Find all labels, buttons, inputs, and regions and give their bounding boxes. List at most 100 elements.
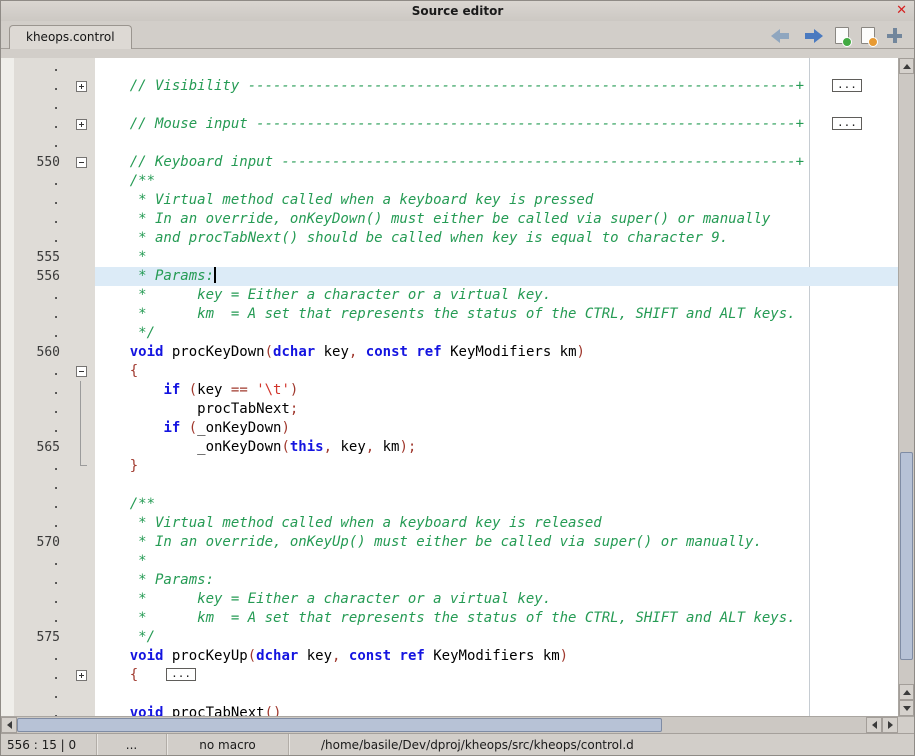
- gutter-marks: [1, 248, 14, 267]
- line-number: .: [14, 590, 67, 609]
- line-number: .: [14, 419, 67, 438]
- fold-toggle-icon[interactable]: [76, 81, 87, 92]
- fold-toggle-icon[interactable]: [76, 366, 87, 377]
- hscroll-track[interactable]: [17, 717, 866, 733]
- go-forward-icon[interactable]: [803, 29, 823, 43]
- horizontal-scrollbar[interactable]: [1, 716, 914, 733]
- code-line[interactable]: . procTabNext;: [1, 400, 898, 419]
- code-line[interactable]: . * Virtual method called when a keyboar…: [1, 514, 898, 533]
- code-line[interactable]: . // Visibility ------------------------…: [1, 77, 898, 96]
- line-number: .: [14, 476, 67, 495]
- code-line[interactable]: . if (key == '\t'): [1, 381, 898, 400]
- gutter-marks: [1, 115, 14, 134]
- fold-margin: [67, 134, 95, 153]
- code-text: /**: [95, 172, 898, 191]
- code-line[interactable]: 570 * In an override, onKeyUp() must eit…: [1, 533, 898, 552]
- code-line[interactable]: . * key = Either a character or a virtua…: [1, 590, 898, 609]
- code-text: * Params:: [95, 571, 898, 590]
- code-text: // Keyboard input ----------------------…: [95, 153, 898, 172]
- scroll-up-button[interactable]: [899, 58, 914, 74]
- fold-margin: [67, 552, 95, 571]
- line-number: 556: [14, 267, 67, 286]
- code-line[interactable]: .: [1, 685, 898, 704]
- vertical-scrollbar[interactable]: [898, 58, 914, 716]
- code-line[interactable]: .: [1, 58, 898, 77]
- go-back-icon[interactable]: [771, 29, 791, 43]
- toolbar-editor-gap: [1, 49, 914, 58]
- code-line[interactable]: . }: [1, 457, 898, 476]
- fold-margin: [67, 267, 95, 286]
- code-line[interactable]: 555 *: [1, 248, 898, 267]
- code-line[interactable]: . */: [1, 324, 898, 343]
- gutter-marks: [1, 457, 14, 476]
- close-document-icon[interactable]: [861, 27, 875, 44]
- code-editor[interactable]: .. // Visibility -----------------------…: [1, 58, 914, 716]
- code-text: {: [95, 362, 898, 381]
- source-editor-window: Source editor ✕ kheops.control .. // Vis…: [0, 0, 915, 756]
- folded-code-indicator[interactable]: ...: [832, 79, 862, 92]
- scroll-left-button[interactable]: [1, 717, 17, 733]
- folded-code-indicator[interactable]: ...: [166, 668, 196, 681]
- line-number: 555: [14, 248, 67, 267]
- fold-margin: [67, 628, 95, 647]
- gutter-marks: [1, 533, 14, 552]
- code-line[interactable]: . // Mouse input -----------------------…: [1, 115, 898, 134]
- code-text: * key = Either a character or a virtual …: [95, 590, 898, 609]
- up-arrow-icon: [903, 690, 911, 695]
- code-line[interactable]: . * key = Either a character or a virtua…: [1, 286, 898, 305]
- code-line[interactable]: . * In an override, onKeyDown() must eit…: [1, 210, 898, 229]
- scroll-down-button[interactable]: [899, 700, 914, 716]
- code-text: {...: [95, 666, 898, 685]
- tab-bar: kheops.control: [1, 21, 914, 49]
- code-line[interactable]: . * and procTabNext() should be called w…: [1, 229, 898, 248]
- fold-guide-line: [80, 419, 81, 438]
- code-line[interactable]: .: [1, 476, 898, 495]
- new-document-icon[interactable]: [835, 27, 849, 44]
- line-number: .: [14, 172, 67, 191]
- code-line[interactable]: . /**: [1, 495, 898, 514]
- close-icon[interactable]: ✕: [896, 3, 907, 19]
- scroll-right-button[interactable]: [882, 717, 898, 733]
- scroll-left-button-secondary[interactable]: [866, 717, 882, 733]
- gutter-marks: [1, 191, 14, 210]
- fold-toggle-icon[interactable]: [76, 157, 87, 168]
- code-line[interactable]: 550 // Keyboard input ------------------…: [1, 153, 898, 172]
- code-line[interactable]: . void procKeyUp(dchar key, const ref Ke…: [1, 647, 898, 666]
- code-text: * Virtual method called when a keyboard …: [95, 191, 898, 210]
- code-line[interactable]: .: [1, 96, 898, 115]
- code-line[interactable]: 565 _onKeyDown(this, key, km);: [1, 438, 898, 457]
- fold-toggle-icon[interactable]: [76, 670, 87, 681]
- code-text: * In an override, onKeyUp() must either …: [95, 533, 898, 552]
- folded-code-indicator[interactable]: ...: [832, 117, 862, 130]
- fold-margin: [67, 191, 95, 210]
- code-line[interactable]: . * Virtual method called when a keyboar…: [1, 191, 898, 210]
- vscroll-track[interactable]: [899, 74, 914, 684]
- gutter-marks: [1, 324, 14, 343]
- scroll-up-button-secondary[interactable]: [899, 684, 914, 700]
- code-line[interactable]: . * km = A set that represents the statu…: [1, 305, 898, 324]
- code-line[interactable]: . {: [1, 362, 898, 381]
- code-line[interactable]: . * Params:: [1, 571, 898, 590]
- fold-toggle-icon[interactable]: [76, 119, 87, 130]
- tab-kheops-control[interactable]: kheops.control: [9, 25, 132, 49]
- titlebar[interactable]: Source editor ✕: [1, 1, 914, 21]
- fold-margin: [67, 229, 95, 248]
- line-number: .: [14, 514, 67, 533]
- hscroll-thumb[interactable]: [17, 718, 662, 732]
- code-line[interactable]: . /**: [1, 172, 898, 191]
- right-arrow-icon: [888, 721, 893, 729]
- gutter-marks: [1, 96, 14, 115]
- vscroll-thumb[interactable]: [900, 452, 913, 659]
- code-line[interactable]: . if (_onKeyDown): [1, 419, 898, 438]
- window-title: Source editor: [1, 4, 914, 18]
- code-line[interactable]: . * km = A set that represents the statu…: [1, 609, 898, 628]
- code-line[interactable]: . void procTabNext(): [1, 704, 898, 716]
- line-number: .: [14, 210, 67, 229]
- code-line[interactable]: . {...: [1, 666, 898, 685]
- code-line[interactable]: . *: [1, 552, 898, 571]
- code-line[interactable]: 560 void procKeyDown(dchar key, const re…: [1, 343, 898, 362]
- code-line[interactable]: 556 * Params:: [1, 267, 898, 286]
- detach-editor-icon[interactable]: [887, 28, 902, 43]
- code-line[interactable]: .: [1, 134, 898, 153]
- code-line[interactable]: 575 */: [1, 628, 898, 647]
